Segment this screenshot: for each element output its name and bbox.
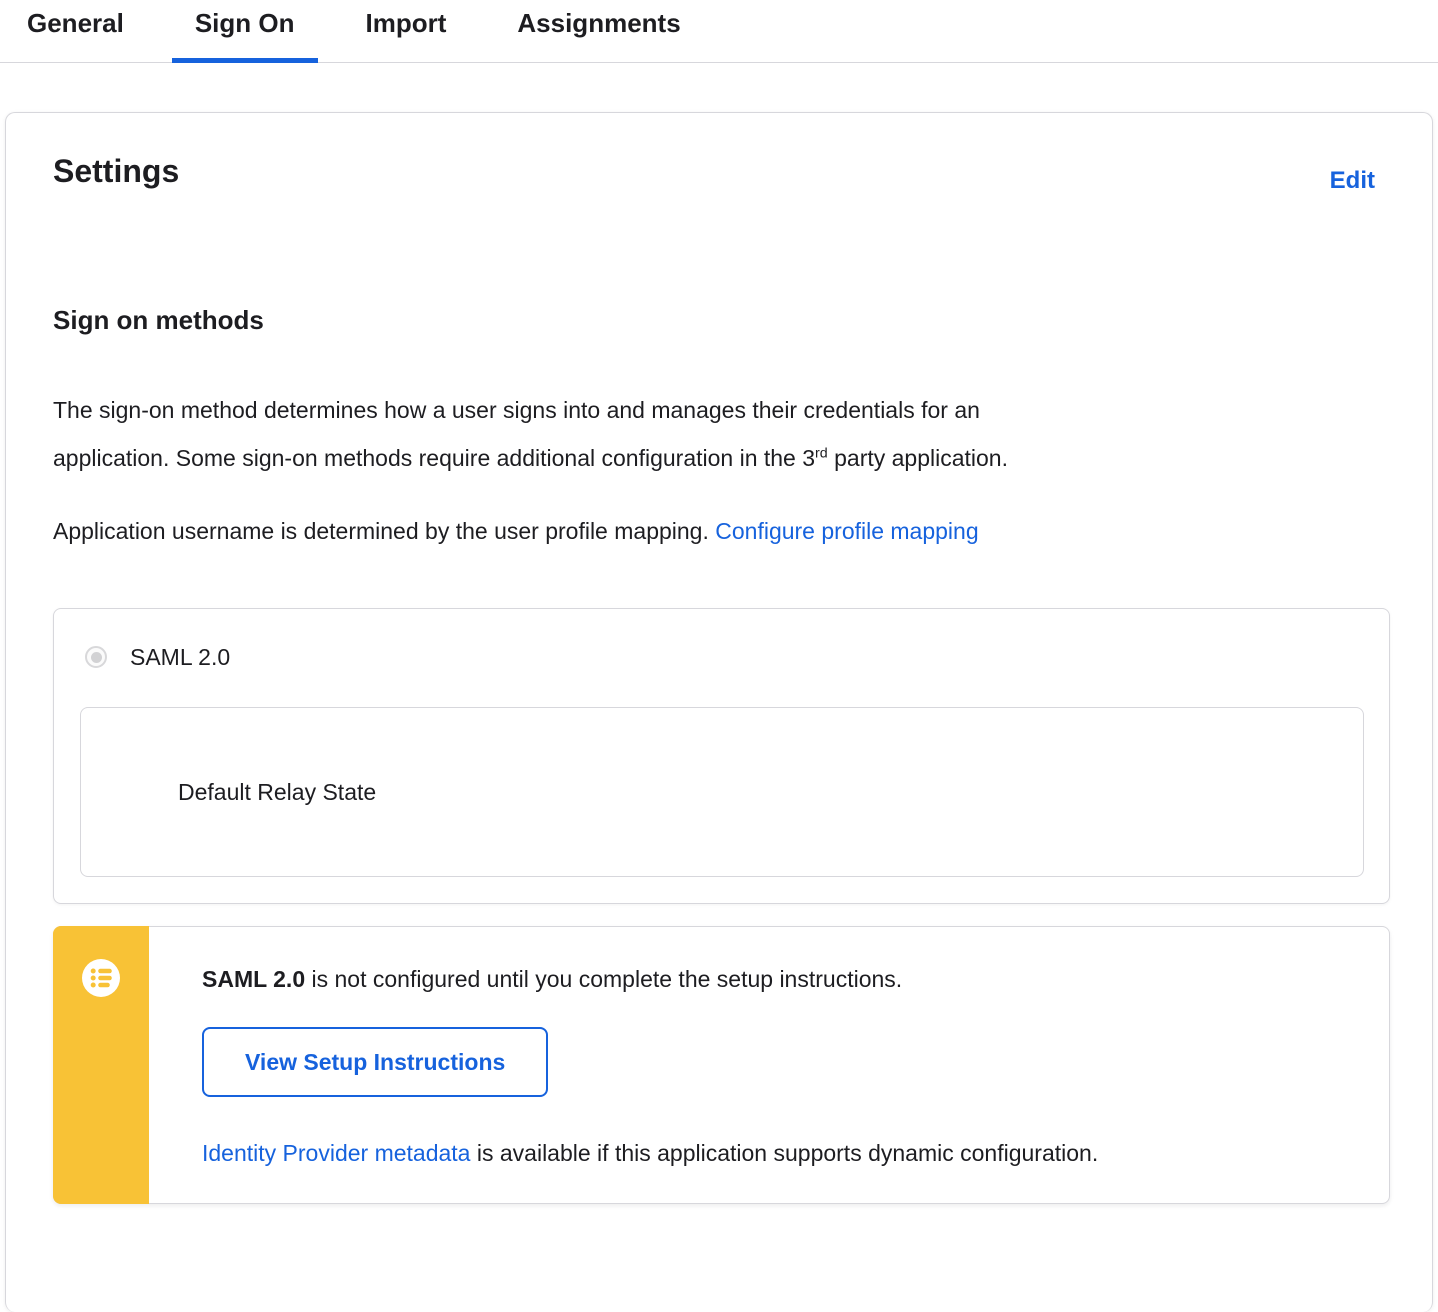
tab-import[interactable]: Import	[343, 0, 470, 62]
metadata-note-rest: is available if this application support…	[470, 1140, 1099, 1166]
callout-message-bold: SAML 2.0	[202, 966, 306, 992]
configure-profile-mapping-link[interactable]: Configure profile mapping	[715, 518, 978, 544]
sign-on-description: The sign-on method determines how a user…	[53, 386, 1390, 482]
callout-message: SAML 2.0 is not configured until you com…	[202, 963, 1349, 995]
metadata-note: Identity Provider metadata is available …	[202, 1137, 1349, 1169]
ordinal-superscript: rd	[815, 445, 828, 462]
default-relay-state-box: Default Relay State	[80, 707, 1364, 877]
identity-provider-metadata-link[interactable]: Identity Provider metadata	[202, 1140, 470, 1166]
caution-bar	[53, 926, 149, 1204]
saml-radio-label: SAML 2.0	[130, 644, 231, 670]
profile-mapping-note: Application username is determined by th…	[53, 507, 1390, 555]
tab-assignments[interactable]: Assignments	[494, 0, 703, 62]
description-line1: The sign-on method determines how a user…	[53, 397, 980, 423]
tab-general[interactable]: General	[4, 0, 147, 62]
callout-message-rest: is not configured until you complete the…	[305, 966, 903, 992]
settings-card: Settings Edit Sign on methods The sign-o…	[5, 112, 1433, 1312]
settings-card-header: Settings Edit	[53, 151, 1390, 195]
default-relay-state-label: Default Relay State	[178, 779, 377, 805]
list-icon	[82, 959, 120, 997]
page-title: Settings	[53, 153, 180, 189]
sign-on-methods-heading: Sign on methods	[53, 305, 264, 335]
description-line2: application. Some sign-on methods requir…	[53, 445, 816, 471]
saml-radio-row: SAML 2.0	[85, 643, 1364, 671]
tab-bar: General Sign On Import Assignments	[0, 0, 1438, 63]
setup-callout: SAML 2.0 is not configured until you com…	[53, 926, 1390, 1204]
edit-link[interactable]: Edit	[1330, 167, 1375, 195]
username-note-text: Application username is determined by th…	[53, 518, 716, 544]
view-setup-instructions-button[interactable]: View Setup Instructions	[202, 1027, 549, 1097]
saml-radio[interactable]	[85, 646, 107, 668]
tab-sign-on[interactable]: Sign On	[171, 0, 318, 63]
saml-method-box: SAML 2.0 Default Relay State	[53, 608, 1390, 904]
description-line2-tail: party application.	[827, 445, 1008, 471]
